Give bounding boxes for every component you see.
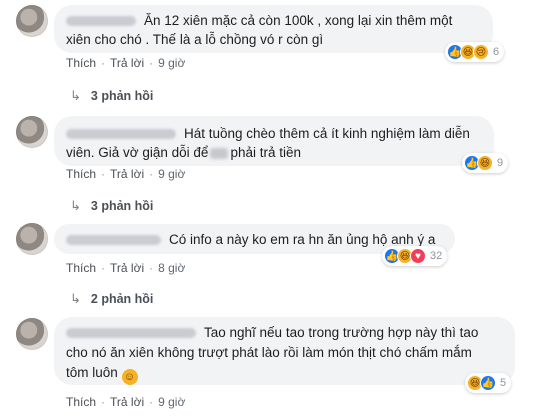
redacted-word xyxy=(210,147,229,159)
comment-text-line: viên. Giả vờ giận dỗi để xyxy=(66,145,209,160)
reply-arrow-icon: ↳ xyxy=(70,291,81,306)
reaction-summary[interactable]: 😆 👍 5 xyxy=(465,373,512,393)
reply-link[interactable]: Trả lời xyxy=(110,261,144,275)
reply-link[interactable]: Trả lời xyxy=(110,395,144,409)
sad-face-icon: 😢 xyxy=(473,44,489,60)
comment-text-line: cho nó ăn xiên không trượt phát lào rồi … xyxy=(66,345,472,360)
reaction-count: 32 xyxy=(430,250,443,262)
reaction-summary[interactable]: 👍 😆 ♥ 32 xyxy=(382,246,448,266)
author-name-blurred[interactable] xyxy=(66,328,196,339)
reply-arrow-icon: ↳ xyxy=(70,88,81,103)
like-link[interactable]: Thích xyxy=(66,56,96,70)
comment-actions: Thích · Trả lời · 9 giờ xyxy=(66,167,186,181)
view-replies[interactable]: ↳ 2 phản hồi xyxy=(70,291,153,307)
reply-link[interactable]: Trả lời xyxy=(110,167,144,181)
reaction-summary[interactable]: 👍 😆 😢 6 xyxy=(445,42,505,62)
author-name-blurred[interactable] xyxy=(66,129,176,140)
like-link[interactable]: Thích xyxy=(66,167,96,181)
comment-text-line: phải trả tiền xyxy=(230,145,301,160)
laughing-face-icon: 😆 xyxy=(477,155,493,171)
comment-text-line: xiên cho chó . Thế là a lỗ chồng vó r cò… xyxy=(66,32,324,47)
comment-text-line: Hát tuồng chèo thêm cả ít kinh nghiệm là… xyxy=(184,126,470,141)
like-link[interactable]: Thích xyxy=(66,395,96,409)
like-link[interactable]: Thích xyxy=(66,261,96,275)
timestamp[interactable]: 8 giờ xyxy=(158,261,185,275)
avatar[interactable] xyxy=(16,223,48,255)
avatar[interactable] xyxy=(16,116,48,148)
view-replies[interactable]: ↳ 3 phản hồi xyxy=(70,88,153,104)
replies-count: 3 phản hồi xyxy=(90,199,154,213)
reaction-summary[interactable]: 👍 😆 9 xyxy=(462,153,509,173)
timestamp[interactable]: 9 giờ xyxy=(158,56,185,70)
thumbs-up-icon: 👍 xyxy=(480,375,496,391)
reaction-count: 9 xyxy=(497,157,504,169)
reaction-count: 6 xyxy=(493,46,500,58)
avatar[interactable] xyxy=(16,318,48,350)
author-name-blurred[interactable] xyxy=(66,235,161,246)
timestamp[interactable]: 9 giờ xyxy=(158,167,185,181)
comment-text-line: Ăn 12 xiên mặc cả còn 100k , xong lại xi… xyxy=(144,13,453,28)
comment-bubble: Tao nghĩ nếu tao trong trường hợp này th… xyxy=(54,317,515,385)
author-name-blurred[interactable] xyxy=(66,16,136,27)
reaction-count: 5 xyxy=(500,377,507,389)
avatar[interactable] xyxy=(16,5,48,37)
comment-text-line: Có info a này ko em ra hn ăn ủng hộ anh … xyxy=(169,232,436,247)
comment-actions: Thích · Trả lời · 9 giờ xyxy=(66,56,186,70)
smiling-face-emoji: ☺ xyxy=(121,369,138,385)
timestamp[interactable]: 9 giờ xyxy=(158,395,185,409)
replies-count: 3 phản hồi xyxy=(90,89,154,103)
reply-arrow-icon: ↳ xyxy=(70,198,81,213)
comment-actions: Thích · Trả lời · 8 giờ xyxy=(66,261,186,275)
comment-text-line: Tao nghĩ nếu tao trong trường hợp này th… xyxy=(204,325,479,340)
comment-actions: Thích · Trả lời · 9 giờ xyxy=(66,395,186,409)
replies-count: 2 phản hồi xyxy=(90,292,154,306)
heart-icon: ♥ xyxy=(410,248,426,264)
comment-bubble: Hát tuồng chèo thêm cả ít kinh nghiệm là… xyxy=(54,116,494,166)
comment-text-line: tôm luôn xyxy=(66,365,118,380)
view-replies[interactable]: ↳ 3 phản hồi xyxy=(70,198,153,214)
reply-link[interactable]: Trả lời xyxy=(110,56,144,70)
comment-bubble: Ăn 12 xiên mặc cả còn 100k , xong lại xi… xyxy=(54,5,493,53)
